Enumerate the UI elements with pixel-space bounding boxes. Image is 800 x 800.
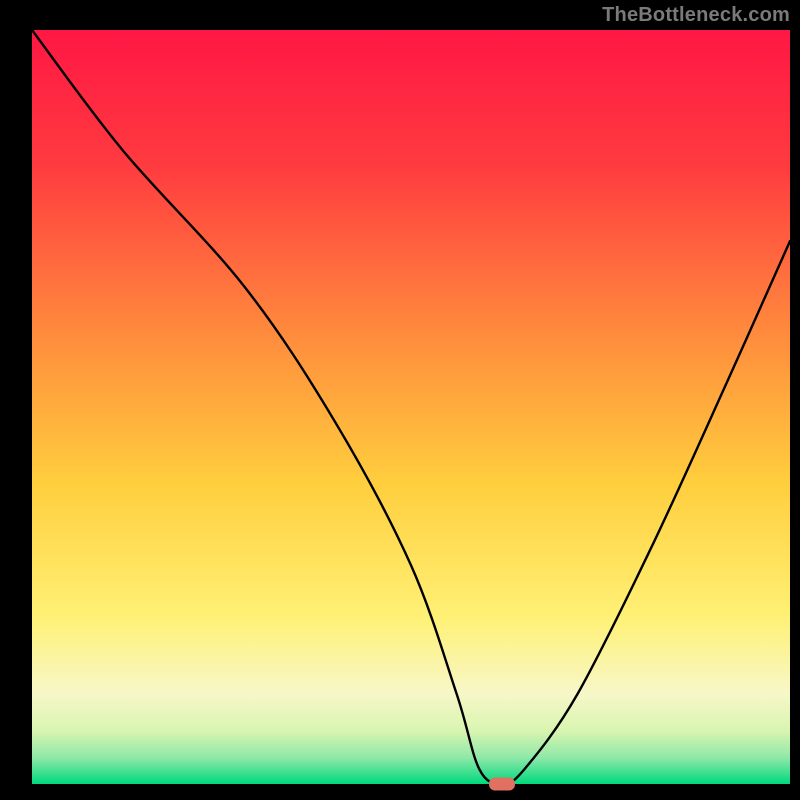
plot-background [32,30,790,784]
bottleneck-chart [0,0,800,800]
watermark-text: TheBottleneck.com [602,4,790,27]
chart-frame: TheBottleneck.com [0,0,800,800]
optimal-point-marker [489,778,515,791]
